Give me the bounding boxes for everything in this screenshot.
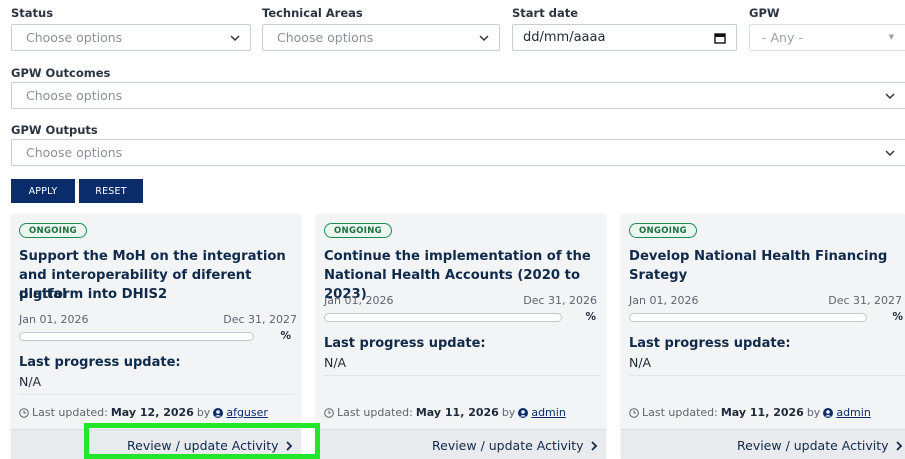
user-icon <box>823 407 834 418</box>
chevron-down-icon <box>885 93 895 100</box>
review-label: Review / update Activity <box>127 438 279 453</box>
gpw-outcomes-label: GPW Outcomes <box>11 66 111 80</box>
start-date: Jan 01, 2026 <box>19 313 89 326</box>
status-placeholder: Choose options <box>26 30 123 45</box>
card-footer: Review / update Activity <box>11 429 301 459</box>
card-footer: Review / update Activity <box>316 429 606 459</box>
status-label: Status <box>11 6 54 20</box>
status-badge: ONGOING <box>324 223 392 238</box>
gpw-outcomes-placeholder: Choose options <box>26 88 123 103</box>
clock-icon <box>19 407 29 418</box>
chevron-down-icon <box>230 35 240 42</box>
user-link[interactable]: admin <box>836 406 870 419</box>
last-updated-date: May 11, 2026 <box>415 406 499 419</box>
card-title-line[interactable]: Support the MoH on the integration <box>19 247 286 266</box>
card-footer: Review / update Activity <box>621 429 905 459</box>
start-date: Jan 01, 2026 <box>324 294 394 307</box>
gpw-value: - Any - <box>762 30 803 45</box>
end-date: Dec 31, 2027 <box>223 313 297 326</box>
gpw-outputs-select[interactable]: Choose options <box>11 139 905 166</box>
start-date: Jan 01, 2026 <box>629 294 699 307</box>
chevron-right-icon <box>895 440 902 451</box>
end-date: Dec 31, 2026 <box>523 294 597 307</box>
chevron-down-icon <box>479 35 489 42</box>
last-progress-update-value: N/A <box>19 374 42 389</box>
divider <box>629 375 905 376</box>
by-text: by <box>806 406 821 419</box>
last-updated-date: May 11, 2026 <box>720 406 804 419</box>
last-progress-update-value: N/A <box>629 355 652 370</box>
last-progress-update-label: Last progress update: <box>19 355 181 370</box>
clock-icon <box>629 407 639 418</box>
last-progress-update-label: Last progress update: <box>324 336 486 351</box>
technical-areas-select[interactable]: Choose options <box>262 24 500 51</box>
user-link[interactable]: admin <box>531 406 565 419</box>
gpw-select[interactable]: - Any - ▼ <box>749 24 905 51</box>
review-label: Review / update Activity <box>737 438 889 453</box>
progress-bar <box>19 332 254 341</box>
chevron-down-icon <box>885 150 895 157</box>
gpw-outcomes-select[interactable]: Choose options <box>11 82 905 109</box>
chevron-right-icon <box>590 440 597 451</box>
technical-areas-label: Technical Areas <box>262 6 363 20</box>
chevron-right-icon <box>285 440 292 451</box>
activity-card: ONGOING Continue the implementation of t… <box>316 214 606 459</box>
review-update-activity-link[interactable]: Review / update Activity <box>737 438 903 453</box>
last-updated-prefix: Last updated: <box>642 406 718 419</box>
user-icon <box>518 407 529 418</box>
last-updated: Last updated: May 12, 2026 by afguser <box>19 406 268 419</box>
review-update-activity-link[interactable]: Review / update Activity <box>432 438 598 453</box>
status-badge: ONGOING <box>629 223 697 238</box>
activity-card: ONGOING Support the MoH on the integrati… <box>11 214 301 459</box>
last-progress-update-label: Last progress update: <box>629 336 791 351</box>
clock-icon <box>324 407 334 418</box>
card-title-line[interactable]: Develop National Health Financing <box>629 247 887 266</box>
last-updated-prefix: Last updated: <box>32 406 108 419</box>
last-updated: Last updated: May 11, 2026 by admin <box>324 406 566 419</box>
gpw-outputs-label: GPW Outputs <box>11 123 98 137</box>
card-title-line[interactable]: Srategy <box>629 266 687 285</box>
card-title-line[interactable]: platform into DHIS2 <box>19 285 167 304</box>
last-updated-prefix: Last updated: <box>337 406 413 419</box>
caret-down-icon: ▼ <box>888 33 894 41</box>
status-select[interactable]: Choose options <box>11 24 251 51</box>
gpw-outputs-placeholder: Choose options <box>26 145 123 160</box>
end-date: Dec 31, 2027 <box>828 294 902 307</box>
progress-percent: % <box>585 311 596 323</box>
status-badge: ONGOING <box>19 223 87 238</box>
apply-button[interactable]: APPLY <box>11 179 75 203</box>
review-label: Review / update Activity <box>432 438 584 453</box>
activity-card: ONGOING Develop National Health Financin… <box>621 214 905 459</box>
by-text: by <box>196 406 211 419</box>
start-date-label: Start date <box>512 6 579 20</box>
progress-percent: % <box>892 311 903 323</box>
divider <box>324 375 600 376</box>
start-date-value: dd/mm/aaaa <box>523 30 606 45</box>
reset-button[interactable]: RESET <box>79 179 143 203</box>
gpw-label: GPW <box>749 6 780 20</box>
start-date-input[interactable]: dd/mm/aaaa <box>512 24 737 51</box>
calendar-icon[interactable] <box>714 32 726 44</box>
last-updated: Last updated: May 11, 2026 by admin <box>629 406 871 419</box>
user-link[interactable]: afguser <box>226 406 268 419</box>
review-update-activity-link[interactable]: Review / update Activity <box>127 438 293 453</box>
progress-bar <box>324 313 562 322</box>
card-title-line[interactable]: Continue the implementation of the <box>324 247 591 266</box>
by-text: by <box>501 406 516 419</box>
last-progress-update-value: N/A <box>324 355 347 370</box>
progress-bar <box>629 313 867 322</box>
last-updated-date: May 12, 2026 <box>110 406 194 419</box>
progress-percent: % <box>280 330 291 342</box>
technical-areas-placeholder: Choose options <box>277 30 374 45</box>
divider <box>19 394 295 395</box>
user-icon <box>213 407 224 418</box>
